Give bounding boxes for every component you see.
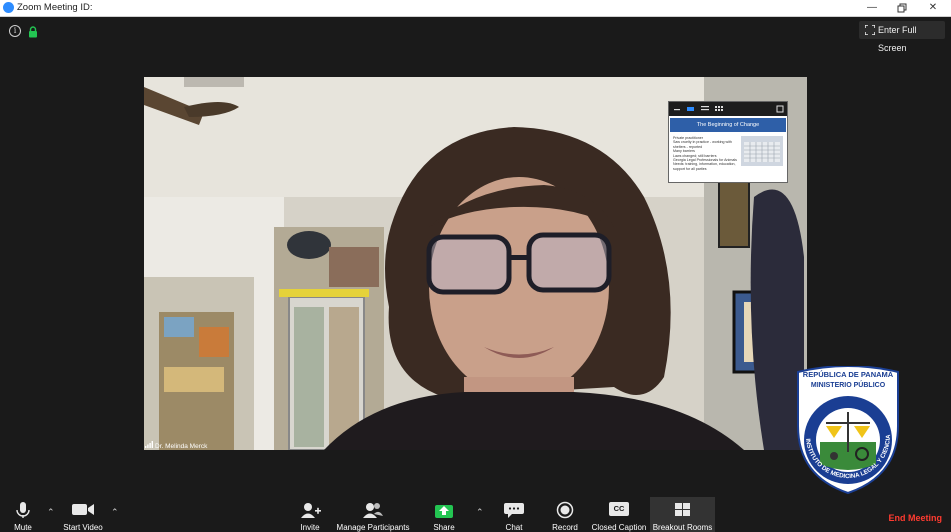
video-options-caret[interactable]: ⌃ (111, 507, 119, 518)
slide-bullet: Saw cruelty in practice - working with s… (673, 140, 732, 149)
breakout-rooms-label: Breakout Rooms (652, 523, 713, 532)
manage-participants-button[interactable]: Manage Participants (333, 497, 413, 532)
record-label: Record (552, 523, 578, 532)
invite-label: Invite (300, 523, 320, 532)
closed-caption-button[interactable]: CC Closed Caption (590, 497, 648, 532)
breakout-rooms-icon (675, 503, 690, 516)
mute-label: Mute (14, 523, 32, 532)
shared-screen-thumbnail[interactable]: The Beginning of Change Private practiti… (668, 101, 788, 183)
lock-icon[interactable] (28, 25, 38, 43)
start-video-label: Start Video (63, 523, 103, 532)
institute-logo: REPÚBLICA DE PANAMÁ MINISTERIO PÚBLICO I… (794, 361, 900, 495)
slide-title: The Beginning of Change (670, 118, 786, 132)
restore-button[interactable] (887, 0, 917, 16)
participant-name: Dr. Melinda Merck (155, 443, 208, 450)
fullscreen-icon (865, 25, 875, 35)
breakout-rooms-button[interactable]: Breakout Rooms (650, 497, 715, 532)
start-video-button[interactable]: Start Video (60, 497, 106, 532)
window-title: Zoom Meeting ID: (17, 2, 93, 13)
share-screen-icon (435, 505, 453, 518)
record-icon (556, 501, 574, 519)
slide-image (741, 136, 783, 166)
record-button[interactable]: Record (549, 497, 581, 532)
closed-caption-label: Closed Caption (591, 523, 647, 532)
logo-text-line-2: MINISTERIO PÚBLICO (811, 380, 886, 389)
signal-bars-icon (145, 441, 153, 450)
share-label: Share (433, 523, 455, 532)
meeting-controls-bar: Mute ⌃ Start Video ⌃ Invite Manage Parti… (0, 497, 951, 532)
slide-bullets: Private practitioner Saw cruelty in prac… (673, 136, 737, 171)
chat-bubble-icon (504, 503, 524, 518)
minimize-button[interactable]: — (857, 0, 887, 16)
share-options-caret[interactable]: ⌃ (476, 507, 484, 518)
enter-full-screen-button[interactable]: Enter Full Screen (859, 21, 945, 53)
slide-bullet: Needs: training, information, education,… (673, 162, 736, 171)
video-camera-icon (72, 504, 94, 515)
add-person-icon (301, 503, 321, 518)
cc-badge: CC (609, 502, 629, 516)
zoom-app-icon (3, 2, 14, 13)
share-button[interactable]: Share (428, 497, 460, 532)
logo-text-line-1: REPÚBLICA DE PANAMÁ (803, 370, 894, 379)
mute-button[interactable]: Mute (8, 497, 38, 532)
close-button[interactable]: ✕ (918, 0, 948, 16)
invite-button[interactable]: Invite (294, 497, 326, 532)
chat-label: Chat (505, 523, 523, 532)
participants-icon (363, 503, 383, 518)
manage-participants-label: Manage Participants (336, 523, 410, 532)
microphone-icon (16, 502, 30, 518)
chat-button[interactable]: Chat (499, 497, 529, 532)
end-meeting-button[interactable]: End Meeting (889, 513, 943, 523)
shared-screen-toolbar (669, 102, 787, 116)
closed-caption-icon: CC (590, 501, 648, 519)
audio-options-caret[interactable]: ⌃ (47, 507, 55, 518)
window-title-bar: Zoom Meeting ID: — ✕ (0, 0, 951, 17)
enter-full-screen-label: Enter Full Screen (878, 25, 917, 53)
info-icon[interactable]: i (9, 25, 21, 37)
participant-name-caption: Dr. Melinda Merck (145, 441, 207, 450)
